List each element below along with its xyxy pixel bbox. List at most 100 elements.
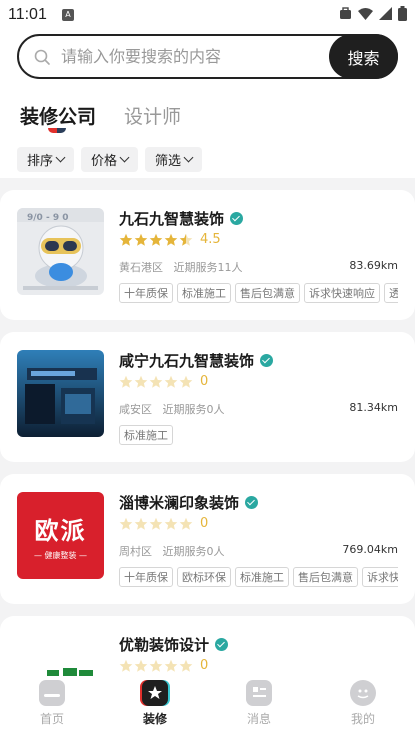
company-district: 咸安区 bbox=[119, 403, 152, 416]
star-icon bbox=[149, 517, 163, 530]
star-icon bbox=[119, 375, 133, 388]
star-icon bbox=[134, 233, 148, 246]
company-tag: 售后包满意 bbox=[235, 283, 300, 303]
message-icon bbox=[246, 680, 272, 706]
decoration-icon bbox=[142, 680, 168, 706]
app-notification-icon: A bbox=[62, 9, 74, 21]
company-tag: 诉求快速响应 bbox=[304, 283, 380, 303]
company-card[interactable]: 欧派 — 健康整装 — 淄博米澜印象装饰 0 周村区 近期服务0人 769.04… bbox=[0, 474, 415, 604]
company-tags: 十年质保 标准施工 售后包满意 诉求快速响应 透 bbox=[119, 283, 398, 304]
home-icon bbox=[39, 680, 65, 706]
tab-label: 设计师 bbox=[124, 106, 182, 128]
chevron-down-icon bbox=[55, 152, 66, 163]
rating-stars: 4.5 bbox=[119, 232, 221, 247]
svg-text:9/0 - 9 0: 9/0 - 9 0 bbox=[27, 213, 68, 223]
company-tag: 标准施工 bbox=[177, 283, 231, 303]
company-name-row: 咸宁九石九智慧装饰 bbox=[119, 350, 274, 371]
nav-profile[interactable]: 我的 bbox=[333, 680, 393, 727]
filter-price[interactable]: 价格 bbox=[81, 147, 139, 172]
company-district: 周村区 bbox=[119, 545, 152, 558]
star-icon bbox=[179, 517, 193, 530]
nav-label: 消息 bbox=[246, 712, 271, 726]
company-name: 优勒装饰设计 bbox=[119, 636, 210, 654]
search-icon bbox=[34, 49, 50, 65]
rating-value: 0 bbox=[200, 374, 209, 389]
tab-label: 装修公司 bbox=[20, 106, 97, 128]
company-tag: 标准施工 bbox=[235, 567, 289, 587]
company-name: 咸宁九石九智慧装饰 bbox=[119, 352, 255, 370]
search-button[interactable]: 搜索 bbox=[329, 34, 398, 79]
nav-home[interactable]: 首页 bbox=[22, 680, 82, 727]
star-icon bbox=[134, 659, 148, 672]
rating-value: 0 bbox=[200, 516, 209, 531]
company-service: 近期服务0人 bbox=[162, 545, 225, 558]
star-icon bbox=[119, 233, 133, 246]
nav-decoration[interactable]: 装修 bbox=[125, 680, 185, 727]
nav-label: 我的 bbox=[350, 712, 375, 726]
company-name-row: 九石九智慧装饰 bbox=[119, 208, 244, 229]
company-tag: 诉求快速响应 bbox=[362, 567, 398, 587]
star-icon bbox=[134, 517, 148, 530]
verified-badge-icon bbox=[245, 496, 259, 509]
filter-label: 排序 bbox=[27, 154, 54, 169]
company-logo: 欧派 — 健康整装 — bbox=[17, 492, 104, 579]
star-icon bbox=[179, 375, 193, 388]
star-icon bbox=[149, 659, 163, 672]
company-card[interactable]: 咸宁九石九智慧装饰 0 咸安区 近期服务0人 81.34km 标准施工 bbox=[0, 332, 415, 462]
company-card[interactable]: 9/0 - 9 0 九石九智慧装饰 4.5 黄石港区 近期服务11人 83.69… bbox=[0, 190, 415, 320]
star-icon bbox=[179, 659, 193, 672]
star-icon bbox=[164, 233, 178, 246]
star-icon bbox=[164, 659, 178, 672]
filter-filter[interactable]: 筛选 bbox=[145, 147, 203, 172]
nav-label: 装修 bbox=[142, 712, 167, 726]
star-icon bbox=[149, 375, 163, 388]
verified-badge-icon bbox=[260, 354, 274, 367]
rating-stars: 0 bbox=[119, 516, 208, 531]
header-panel: 搜索 装修公司 设计师 排序 价格 筛选 bbox=[0, 30, 415, 178]
company-tags: 标准施工 bbox=[119, 425, 398, 446]
company-thumbnail bbox=[17, 350, 104, 437]
company-meta: 周村区 近期服务0人 bbox=[119, 543, 225, 559]
tab-designers[interactable]: 设计师 bbox=[124, 102, 181, 129]
verified-badge-icon bbox=[215, 638, 229, 651]
rating-value: 0 bbox=[200, 658, 209, 673]
nav-label: 首页 bbox=[39, 712, 64, 726]
category-tabs: 装修公司 设计师 bbox=[20, 102, 181, 133]
tab-active-indicator bbox=[48, 128, 66, 133]
search-input[interactable] bbox=[61, 36, 321, 77]
status-icons bbox=[339, 6, 407, 21]
star-icon bbox=[164, 375, 178, 388]
tab-companies[interactable]: 装修公司 bbox=[20, 102, 97, 133]
star-icon bbox=[119, 517, 133, 530]
star-icon bbox=[134, 375, 148, 388]
company-distance: 83.69km bbox=[349, 259, 398, 272]
company-tag: 十年质保 bbox=[119, 283, 173, 303]
filter-label: 筛选 bbox=[155, 154, 182, 169]
search-bar[interactable]: 搜索 bbox=[17, 34, 398, 79]
logo-subtext: — 健康整装 — bbox=[33, 550, 88, 560]
wifi-icon bbox=[358, 7, 373, 20]
bottom-navigation: 首页 装修 消息 我的 bbox=[0, 676, 415, 739]
profile-icon bbox=[350, 680, 376, 706]
star-icon bbox=[164, 517, 178, 530]
company-distance: 769.04km bbox=[342, 543, 398, 556]
briefcase-icon bbox=[340, 7, 351, 19]
status-time: 11:01 bbox=[8, 6, 47, 23]
filter-sort[interactable]: 排序 bbox=[17, 147, 75, 172]
nav-messages[interactable]: 消息 bbox=[229, 680, 289, 727]
company-name: 淄博米澜印象装饰 bbox=[119, 494, 240, 512]
signal-icon bbox=[379, 7, 392, 20]
rating-stars: 0 bbox=[119, 658, 208, 673]
star-icon bbox=[119, 659, 133, 672]
company-meta: 咸安区 近期服务0人 bbox=[119, 401, 225, 417]
company-service: 近期服务11人 bbox=[173, 261, 243, 274]
company-meta: 黄石港区 近期服务11人 bbox=[119, 259, 243, 275]
star-icon bbox=[149, 233, 163, 246]
company-service: 近期服务0人 bbox=[162, 403, 225, 416]
filter-bar: 排序 价格 筛选 bbox=[17, 147, 203, 172]
company-name-row: 优勒装饰设计 bbox=[119, 634, 229, 655]
rating-stars: 0 bbox=[119, 374, 208, 389]
star-icon bbox=[179, 233, 193, 246]
company-tags: 十年质保 欧标环保 标准施工 售后包满意 诉求快速响应 bbox=[119, 567, 398, 588]
status-bar: 11:01 A bbox=[0, 0, 415, 30]
